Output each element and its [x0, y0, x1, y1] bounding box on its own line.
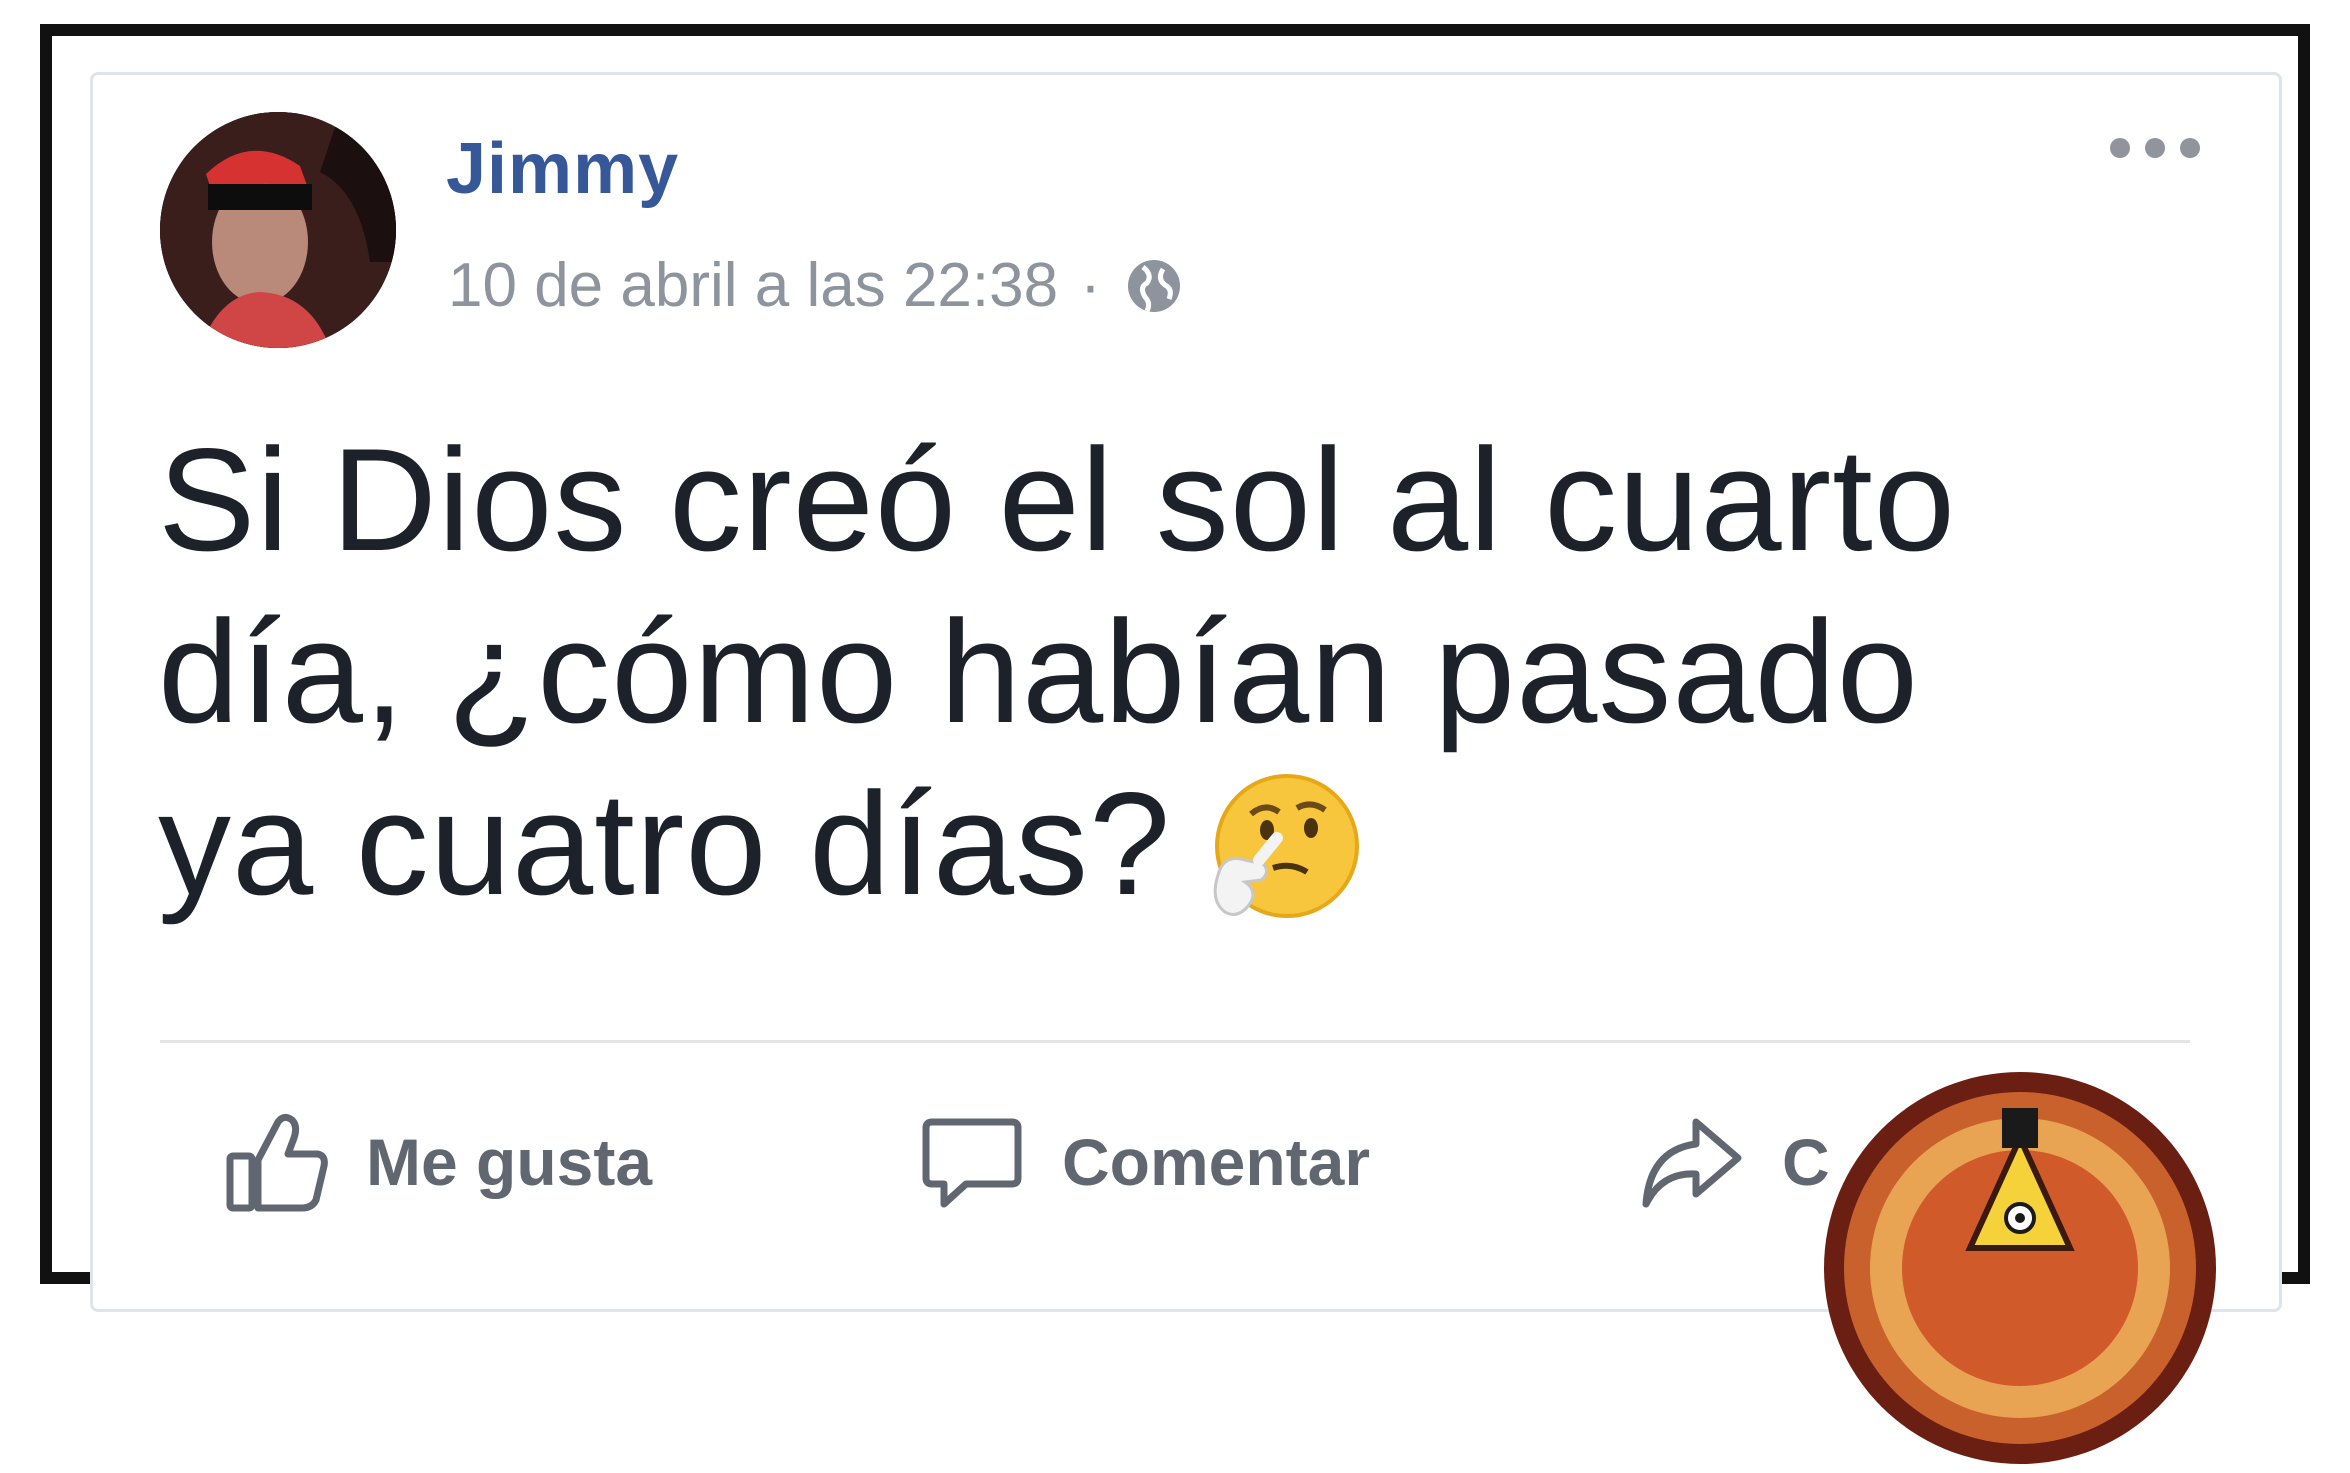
- post-meta: 10 de abril a las 22:38 ·: [448, 250, 1185, 321]
- comment-icon: [922, 1118, 1022, 1208]
- comment-button[interactable]: Comentar: [918, 1108, 1370, 1216]
- dot-icon: [2180, 138, 2200, 158]
- actions-divider: [160, 1040, 2190, 1043]
- meta-separator: ·: [1080, 251, 1101, 320]
- watermark-logo: [1820, 1068, 2220, 1468]
- globe-icon: [1123, 255, 1185, 317]
- share-button[interactable]: C: [1638, 1108, 1830, 1216]
- share-arrow-icon: [1642, 1118, 1742, 1208]
- post-text-line: ya cuatro días?: [158, 758, 2228, 934]
- like-button[interactable]: Me gusta: [222, 1108, 652, 1216]
- dot-icon: [2110, 138, 2130, 158]
- post-text-line: Si Dios creó el sol al cuarto: [158, 418, 1956, 581]
- post-text: Si Dios creó el sol al cuarto día, ¿cómo…: [158, 414, 2228, 934]
- thinking-face-emoji: [1195, 764, 1365, 934]
- author-name[interactable]: Jimmy: [446, 128, 679, 210]
- avatar[interactable]: [160, 112, 396, 348]
- comment-label: Comentar: [1062, 1125, 1371, 1199]
- like-label: Me gusta: [366, 1125, 653, 1199]
- post-timestamp[interactable]: 10 de abril a las 22:38: [448, 250, 1058, 321]
- thumbs-up-icon: [226, 1113, 328, 1212]
- post-text-line: día, ¿cómo habían pasado: [158, 590, 1919, 753]
- dot-icon: [2145, 138, 2165, 158]
- more-options-button[interactable]: [2110, 128, 2200, 168]
